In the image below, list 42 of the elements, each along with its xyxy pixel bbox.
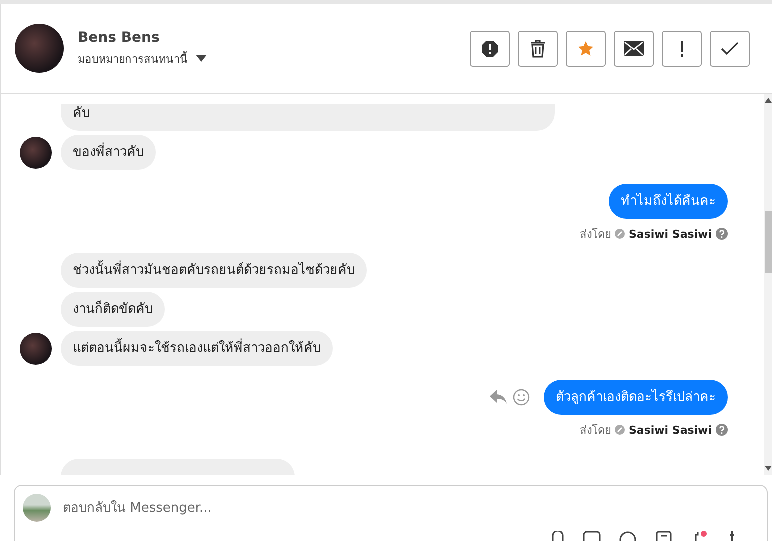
reply-icon[interactable] <box>490 390 507 405</box>
assign-conversation-dropdown[interactable]: มอบหมายการสนทนานี้ <box>78 50 207 68</box>
message-bubble: งานก็ติดขัดคับ <box>61 292 165 327</box>
exclaim-button[interactable] <box>662 30 702 66</box>
mail-button[interactable] <box>614 30 654 66</box>
trash-button[interactable] <box>518 30 558 66</box>
help-icon[interactable] <box>716 228 728 240</box>
message-bubble: ของพี่สาวคับ <box>61 135 156 170</box>
alert-button[interactable] <box>470 30 510 66</box>
message-icon[interactable] <box>583 531 601 541</box>
trash-icon <box>530 40 546 58</box>
scrollbar[interactable] <box>764 94 772 475</box>
sent-by-label: ส่งโดย <box>580 227 611 243</box>
contact-name: Bens Bens <box>78 30 161 46</box>
reply-composer[interactable]: ตอบกลับใน Messenger... <box>14 485 768 541</box>
exclamation-icon <box>680 40 684 56</box>
message-bubble: ทำไมถึงได้คืนคะ <box>609 184 728 219</box>
avatar <box>15 24 64 73</box>
document-icon[interactable] <box>655 531 673 541</box>
pencil-badge-icon <box>614 425 625 435</box>
sender-name: Sasiwi Sasiwi <box>628 424 712 436</box>
pencil-badge-icon <box>614 229 625 239</box>
sender-name: Sasiwi Sasiwi <box>628 228 712 240</box>
envelope-icon <box>624 41 644 56</box>
message-bubble: ช่วงนั้นพี่สาวมันชอตคับรถยนต์ด้วยรถมอไซด้วยคับ <box>61 253 367 288</box>
help-icon[interactable] <box>716 424 728 436</box>
check-icon <box>721 42 739 56</box>
message-bubble: ตัวลูกค้าเองติดอะไรรึเปล่าคะ <box>544 380 728 415</box>
alert-icon <box>481 40 499 58</box>
scroll-up-icon[interactable] <box>764 98 772 103</box>
caret-icon <box>196 55 207 62</box>
sent-by-label: ส่งโดย <box>580 423 611 439</box>
star-button[interactable] <box>566 30 606 66</box>
message-bubble: แต่ตอนนี้ผมจะใช้รถเองแต่ให้พี่สาวออกให้คับ <box>61 331 333 366</box>
star-icon <box>577 40 595 58</box>
avatar <box>20 332 52 364</box>
message-bubble: คับ <box>61 104 555 131</box>
scrollbar-thumb[interactable] <box>764 211 772 273</box>
check-button[interactable] <box>710 30 750 66</box>
page-avatar <box>23 494 51 522</box>
avatar <box>20 136 52 168</box>
scroll-down-icon[interactable] <box>764 466 772 471</box>
